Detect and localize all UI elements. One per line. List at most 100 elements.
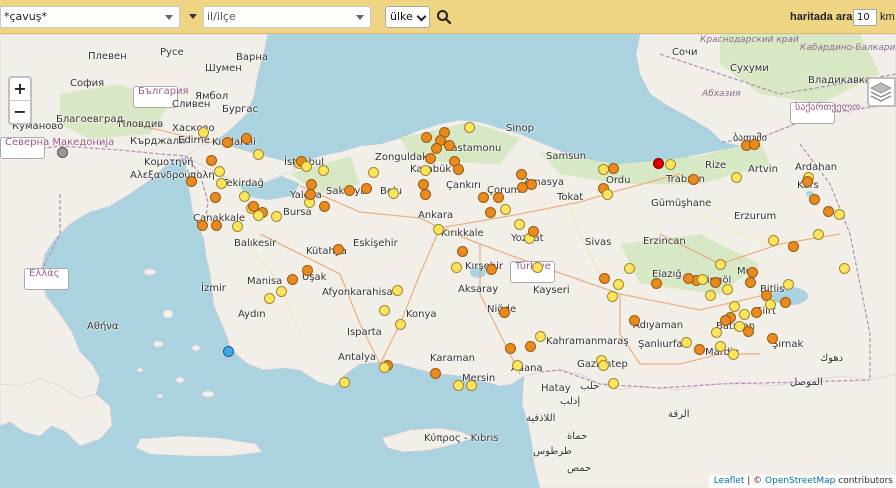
search-icon[interactable]: [436, 9, 452, 25]
result-marker[interactable]: [602, 189, 613, 200]
result-marker[interactable]: [466, 380, 477, 391]
result-marker[interactable]: [319, 201, 330, 212]
result-marker[interactable]: [780, 297, 791, 308]
result-marker[interactable]: [499, 307, 510, 318]
result-marker[interactable]: [651, 278, 662, 289]
result-marker[interactable]: [505, 343, 516, 354]
result-marker[interactable]: [368, 167, 379, 178]
province-select[interactable]: il/ilçe: [203, 6, 371, 28]
result-marker[interactable]: [425, 153, 436, 164]
result-marker[interactable]: [743, 326, 754, 337]
result-marker[interactable]: [361, 183, 372, 194]
result-marker[interactable]: [248, 201, 259, 212]
zoom-in-button[interactable]: +: [10, 78, 30, 100]
result-marker[interactable]: [420, 189, 431, 200]
result-marker[interactable]: [318, 165, 329, 176]
result-marker[interactable]: [683, 273, 694, 284]
map-view[interactable]: България Варна Бургас София Пловдив Шуме…: [0, 34, 896, 488]
result-marker[interactable]: [305, 189, 316, 200]
dropdown-toggle-icon[interactable]: [189, 14, 197, 19]
result-marker[interactable]: [433, 224, 444, 235]
result-marker[interactable]: [485, 207, 496, 218]
result-marker[interactable]: [729, 301, 740, 312]
result-marker[interactable]: [453, 164, 464, 175]
result-marker[interactable]: [608, 378, 619, 389]
result-marker[interactable]: [395, 319, 406, 330]
result-marker[interactable]: [749, 139, 760, 150]
result-marker[interactable]: [186, 176, 197, 187]
leaflet-link[interactable]: Leaflet: [714, 476, 745, 486]
result-marker[interactable]: [711, 327, 722, 338]
result-marker[interactable]: [453, 380, 464, 391]
result-marker[interactable]: [379, 362, 390, 373]
result-marker[interactable]: [802, 176, 813, 187]
result-marker[interactable]: [722, 284, 733, 295]
result-marker[interactable]: [514, 219, 525, 230]
result-marker[interactable]: [739, 309, 750, 320]
result-marker[interactable]: [216, 178, 227, 189]
result-marker[interactable]: [493, 192, 504, 203]
result-marker[interactable]: [731, 172, 742, 183]
country-select[interactable]: ülke: [385, 6, 430, 28]
result-marker[interactable]: [694, 344, 705, 355]
result-marker[interactable]: [57, 147, 68, 158]
result-marker[interactable]: [629, 315, 640, 326]
result-marker[interactable]: [705, 290, 716, 301]
result-marker[interactable]: [451, 262, 462, 273]
result-marker[interactable]: [253, 149, 264, 160]
name-filter-select[interactable]: *çavuş*: [0, 6, 180, 28]
result-marker[interactable]: [421, 132, 432, 143]
result-marker[interactable]: [239, 191, 250, 202]
result-marker[interactable]: [333, 244, 344, 255]
result-marker[interactable]: [206, 155, 217, 166]
result-marker[interactable]: [765, 299, 776, 310]
result-marker[interactable]: [339, 377, 350, 388]
result-marker[interactable]: [728, 349, 739, 360]
result-marker[interactable]: [271, 211, 282, 222]
result-marker[interactable]: [599, 273, 610, 284]
result-marker[interactable]: [788, 241, 799, 252]
result-marker[interactable]: [392, 285, 403, 296]
layers-control[interactable]: [867, 77, 896, 107]
result-marker[interactable]: [720, 315, 731, 326]
result-marker[interactable]: [198, 127, 209, 138]
result-marker[interactable]: [197, 220, 208, 231]
result-marker[interactable]: [344, 185, 355, 196]
result-marker[interactable]: [767, 333, 778, 344]
result-marker[interactable]: [418, 179, 429, 190]
result-marker[interactable]: [222, 137, 233, 148]
result-marker[interactable]: [516, 169, 527, 180]
result-marker[interactable]: [745, 277, 756, 288]
result-marker[interactable]: [431, 143, 442, 154]
result-marker[interactable]: [768, 235, 779, 246]
result-marker[interactable]: [264, 293, 275, 304]
result-marker[interactable]: [379, 305, 390, 316]
result-marker[interactable]: [430, 368, 441, 379]
result-marker[interactable]: [302, 265, 313, 276]
result-marker[interactable]: [486, 264, 497, 275]
result-marker[interactable]: [809, 194, 820, 205]
result-marker[interactable]: [834, 209, 845, 220]
result-marker[interactable]: [526, 179, 537, 190]
result-marker[interactable]: [500, 204, 511, 215]
result-marker[interactable]: [525, 341, 536, 352]
result-marker[interactable]: [665, 159, 676, 170]
radius-input[interactable]: 10: [853, 9, 877, 26]
result-marker[interactable]: [214, 166, 225, 177]
result-marker[interactable]: [715, 259, 726, 270]
result-marker[interactable]: [813, 229, 824, 240]
result-marker[interactable]: [715, 341, 726, 352]
result-marker[interactable]: [624, 263, 635, 274]
result-marker[interactable]: [420, 165, 431, 176]
zoom-out-button[interactable]: −: [10, 100, 30, 122]
result-marker[interactable]: [613, 279, 624, 290]
result-marker[interactable]: [241, 133, 252, 144]
result-marker[interactable]: [608, 163, 619, 174]
result-marker[interactable]: [823, 206, 834, 217]
result-marker[interactable]: [607, 291, 618, 302]
result-marker[interactable]: [688, 174, 699, 185]
result-marker[interactable]: [710, 277, 721, 288]
result-marker[interactable]: [478, 192, 489, 203]
result-marker[interactable]: [512, 360, 523, 371]
result-marker[interactable]: [528, 226, 539, 237]
